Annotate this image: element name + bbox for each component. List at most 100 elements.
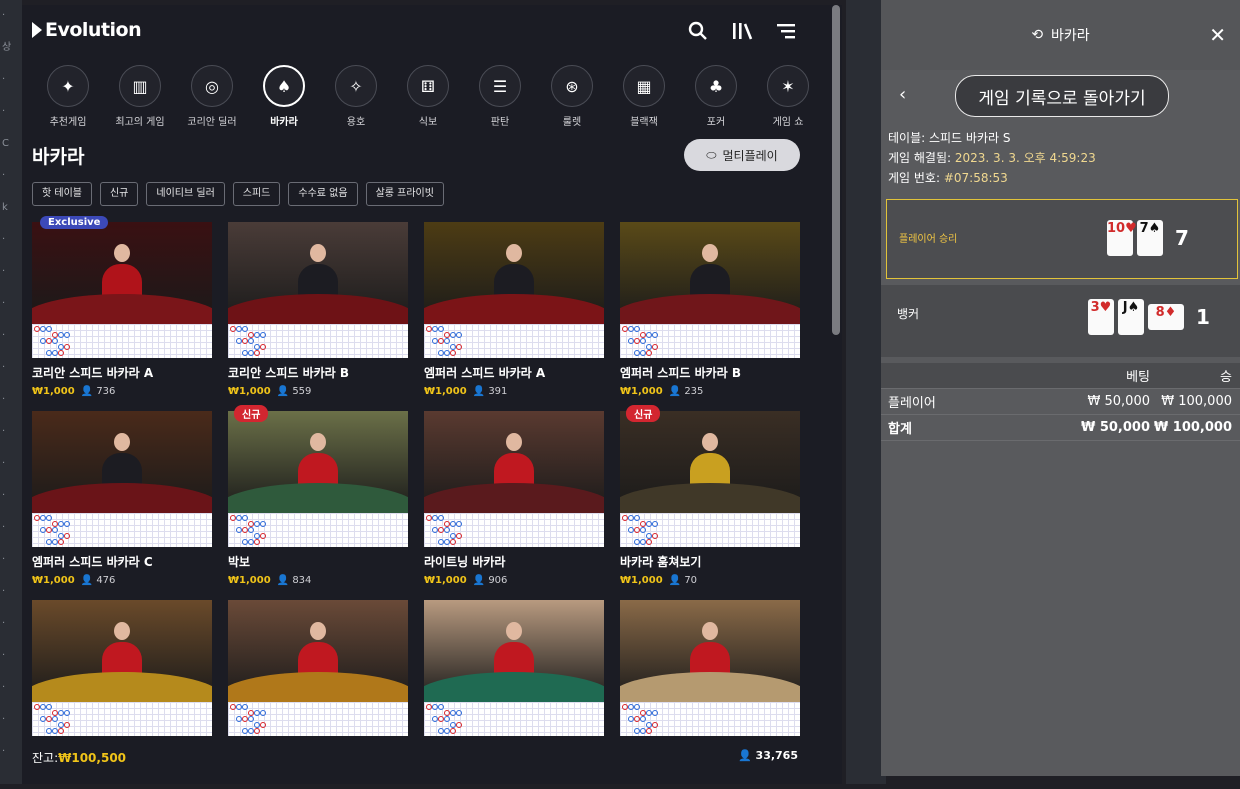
bead-road bbox=[424, 513, 604, 547]
category-6[interactable]: ☰ 판탄 bbox=[464, 65, 536, 128]
category-10[interactable]: ✶ 게임 쇼 bbox=[752, 65, 824, 128]
user-icon: 👤 bbox=[472, 575, 486, 586]
category-0[interactable]: ✦ 추천게임 bbox=[32, 65, 104, 128]
game-thumbnail bbox=[228, 600, 408, 702]
game-card[interactable]: 엠퍼러 스피드 바카라 C ₩1,000 👤 476 bbox=[32, 411, 212, 600]
filter-chip[interactable]: 신규 bbox=[99, 182, 139, 206]
panel-title: 바카라 bbox=[1051, 28, 1090, 44]
player-result-label: 플레이어 승리 bbox=[899, 234, 958, 245]
filter-chip[interactable]: 네이티브 딜러 bbox=[146, 182, 225, 206]
category-icon: ✧ bbox=[335, 65, 377, 107]
category-3[interactable]: ♠ 바카라 bbox=[248, 65, 320, 128]
game-thumbnail bbox=[228, 411, 408, 513]
game-meta: ₩1,000 👤 906 bbox=[424, 575, 604, 586]
game-thumbnail bbox=[424, 600, 604, 702]
game-thumbnail bbox=[620, 411, 800, 513]
player-cards: 10♥ 7♠ 7 bbox=[1107, 220, 1189, 256]
multiplay-label: 멀티플레이 bbox=[722, 148, 778, 163]
table-grid: Exclusive 코리안 스피드 바카라 A ₩1,000 👤 736 코리안 스피드… bbox=[32, 216, 800, 789]
category-2[interactable]: ◎ 코리안 딜러 bbox=[176, 65, 248, 128]
game-name: 박보 bbox=[228, 555, 251, 569]
search-icon[interactable] bbox=[686, 19, 710, 43]
bead-road bbox=[32, 324, 212, 358]
back-to-history-button[interactable]: 게임 기록으로 돌아가기 bbox=[955, 75, 1169, 117]
category-label: 바카라 bbox=[270, 117, 298, 128]
user-icon: 👤 bbox=[276, 386, 290, 397]
game-meta: ₩1,000 👤 235 bbox=[620, 386, 800, 397]
min-bet: ₩1,000 bbox=[32, 386, 75, 397]
game-card[interactable] bbox=[424, 600, 604, 789]
new-badge: 신규 bbox=[234, 405, 269, 422]
category-label: 룰렛 bbox=[562, 117, 582, 128]
user-icon: 👤 bbox=[668, 386, 682, 397]
player-count: 👤 70 bbox=[668, 575, 698, 586]
game-card[interactable]: 엠퍼러 스피드 바카라 A ₩1,000 👤 391 bbox=[424, 222, 604, 411]
filter-chip[interactable]: 핫 테이블 bbox=[32, 182, 92, 206]
bead-road bbox=[424, 324, 604, 358]
category-8[interactable]: ▦ 블랙잭 bbox=[608, 65, 680, 128]
category-label: 최고의 게임 bbox=[115, 117, 165, 128]
close-icon[interactable]: ✕ bbox=[1209, 23, 1226, 47]
category-icon: ✦ bbox=[47, 65, 89, 107]
filter-chip[interactable]: 스피드 bbox=[232, 182, 281, 206]
banker-total: 1 bbox=[1196, 305, 1210, 329]
bead-road bbox=[424, 702, 604, 736]
filter-chip[interactable]: 살롱 프라이빗 bbox=[365, 182, 444, 206]
player-count: 👤 391 bbox=[472, 386, 508, 397]
playing-card: J♠ bbox=[1118, 299, 1144, 335]
balance: 잔고:₩100,500 bbox=[32, 751, 127, 765]
min-bet: ₩1,000 bbox=[32, 575, 75, 586]
user-icon: 👤 bbox=[276, 575, 290, 586]
category-icon: ☰ bbox=[479, 65, 521, 107]
left-window-strip: · 상 · · C · k · · · · · · · · · · · · · · · · · bbox=[0, 0, 22, 784]
game-name: 코리안 스피드 바카라 A bbox=[32, 366, 154, 380]
player-total: 7 bbox=[1175, 226, 1189, 250]
new-badge: 신규 bbox=[626, 405, 661, 422]
player-count: 👤 834 bbox=[276, 575, 312, 586]
player-count: 👤 736 bbox=[80, 386, 116, 397]
game-name: 엠퍼러 스피드 바카라 C bbox=[32, 555, 153, 569]
category-5[interactable]: ⚅ 식보 bbox=[392, 65, 464, 128]
menu-icon[interactable] bbox=[774, 19, 798, 43]
lobby-scrollbar[interactable] bbox=[832, 5, 840, 335]
round-line: 게임 번호: #07:58:53 bbox=[888, 171, 1008, 185]
chevron-left-icon[interactable]: ‹ bbox=[899, 84, 906, 105]
bead-road bbox=[228, 513, 408, 547]
game-meta: ₩1,000 👤 70 bbox=[620, 575, 800, 586]
history-icon: ⟲ bbox=[1031, 27, 1044, 43]
category-9[interactable]: ♣ 포커 bbox=[680, 65, 752, 128]
filter-bar: 핫 테이블 신규 네이티브 딜러 스피드 수수료 없음 살롱 프라이빗 bbox=[32, 182, 444, 206]
game-card[interactable]: 신규 박보 ₩1,000 👤 834 bbox=[228, 405, 408, 600]
category-label: 코리안 딜러 bbox=[187, 117, 237, 128]
category-label: 블랙잭 bbox=[630, 117, 658, 128]
category-1[interactable]: ▥ 최고의 게임 bbox=[104, 65, 176, 128]
category-bar: ✦ 추천게임 ▥ 최고의 게임 ◎ 코리안 딜러 ♠ 바카라 ✧ 용호 ⚅ 식보 ☰ 판탄 ⊛ 룰렛 ▦ 블랙잭 ♣… bbox=[32, 65, 824, 128]
game-card[interactable]: Exclusive 코리안 스피드 바카라 A ₩1,000 👤 736 bbox=[32, 216, 212, 411]
game-card[interactable]: 엠퍼러 스피드 바카라 B ₩1,000 👤 235 bbox=[620, 222, 800, 411]
banker-cards: 3♥ J♠ 8♦ 1 bbox=[1088, 299, 1210, 335]
bead-road bbox=[620, 702, 800, 736]
banker-label: 뱅커 bbox=[897, 307, 920, 321]
bead-road bbox=[32, 513, 212, 547]
multiplay-button[interactable]: ⬭ 멀티플레이 bbox=[684, 139, 800, 171]
user-icon: 👤 bbox=[80, 386, 94, 397]
game-card[interactable] bbox=[228, 600, 408, 789]
category-7[interactable]: ⊛ 룰렛 bbox=[536, 65, 608, 128]
bead-road bbox=[32, 702, 212, 736]
category-4[interactable]: ✧ 용호 bbox=[320, 65, 392, 128]
banker-result: 뱅커 3♥ J♠ 8♦ 1 bbox=[881, 285, 1240, 357]
history-icon[interactable] bbox=[730, 19, 754, 43]
table-row: 합계 ₩ 50,000 ₩ 100,000 bbox=[881, 415, 1240, 441]
bead-road bbox=[620, 324, 800, 358]
bet-table: 베팅 승 플레이어 ₩ 50,000 ₩ 100,000 합계 ₩ 50,000… bbox=[881, 363, 1240, 441]
game-card[interactable]: 신규 바카라 훔쳐보기 ₩1,000 👤 70 bbox=[620, 405, 800, 600]
balance-value: ₩100,500 bbox=[58, 751, 127, 765]
game-meta: ₩1,000 👤 476 bbox=[32, 575, 212, 586]
bead-road bbox=[228, 702, 408, 736]
category-label: 포커 bbox=[706, 117, 726, 128]
filter-chip[interactable]: 수수료 없음 bbox=[288, 182, 358, 206]
game-thumbnail bbox=[32, 222, 212, 324]
player-result: 플레이어 승리 10♥ 7♠ 7 bbox=[886, 199, 1238, 279]
game-card[interactable]: 라이트닝 바카라 ₩1,000 👤 906 bbox=[424, 411, 604, 600]
game-card[interactable]: 코리안 스피드 바카라 B ₩1,000 👤 559 bbox=[228, 222, 408, 411]
